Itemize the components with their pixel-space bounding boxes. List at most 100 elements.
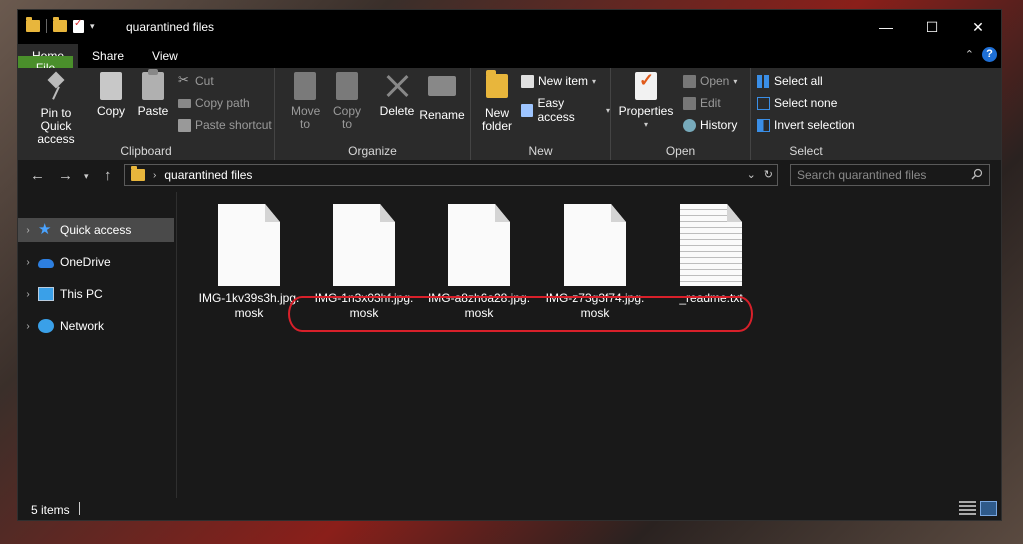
new-item-button[interactable]: New item ▾ [521,74,596,88]
edit-icon [683,96,696,110]
sidebar-item-this-pc[interactable]: › This PC [18,282,174,306]
maximize-button[interactable]: ☐ [909,10,955,44]
back-arrow-icon[interactable]: ← [30,167,45,184]
copy-to-icon [336,72,358,100]
cut-button[interactable]: Cut [178,72,214,89]
expand-chevron-icon[interactable]: › [18,321,38,332]
history-label: History [700,118,738,132]
paste-shortcut-icon [178,118,191,132]
select-group-label: Select [789,144,823,158]
tab-view[interactable]: View [138,44,192,68]
network-icon [38,319,54,333]
help-icon[interactable]: ? [982,47,997,62]
folder-icon [26,17,40,32]
rename-icon [428,76,456,96]
open-label: Open [700,74,730,88]
blank-file-icon [218,204,280,286]
copy-path-button[interactable]: Copy path [178,96,250,110]
breadcrumb-chevron-icon[interactable]: › [153,170,156,181]
edit-button[interactable]: Edit [683,96,721,110]
easy-access-label: Easy access [537,96,575,124]
up-arrow-icon[interactable]: ↑ [104,167,112,184]
history-button[interactable]: History [683,118,737,132]
rename-button[interactable]: Rename [419,72,465,122]
status-bar: 5 items [18,498,1001,520]
new-folder-icon[interactable] [53,17,67,32]
sidebar-item-network[interactable]: › Network [18,314,174,338]
sidebar-item-label: Network [60,319,105,333]
text-file-icon [680,204,742,286]
customize-toolbar-icon[interactable]: ▾ [90,21,95,32]
easy-access-button[interactable]: Easy access ▾ [521,96,610,124]
paste-shortcut-button[interactable]: Paste shortcut [178,118,272,132]
search-input[interactable] [791,165,967,185]
select-all-button[interactable]: Select all [757,74,823,88]
search-box[interactable] [790,164,990,186]
expand-chevron-icon[interactable]: › [18,257,38,268]
delete-button[interactable]: Delete [377,72,417,118]
history-icon [683,118,696,132]
forward-arrow-icon[interactable]: → [58,167,73,184]
open-button[interactable]: Open ▾ [683,74,737,88]
file-item[interactable]: _readme.txt [659,204,763,306]
minimize-button[interactable]: — [863,10,909,44]
select-all-label: Select all [774,74,823,88]
select-none-icon [757,96,770,110]
delete-icon [383,72,411,100]
invert-selection-button[interactable]: Invert selection [757,118,855,132]
collapse-ribbon-icon[interactable]: ⌃ [965,48,974,61]
paste-label: Paste [137,104,169,118]
file-list: IMG-1kv39s3h.jpg.mosk IMG-1n3x03hf.jpg.m… [177,192,1001,498]
window-title: quarantined files [126,20,215,34]
address-history-chevron-icon[interactable]: ⌄ [747,168,756,181]
new-folder-label: New folder [481,106,513,133]
move-to-button[interactable]: Move to [285,72,325,131]
open-icon [683,74,696,88]
new-item-dropdown-icon: ▾ [592,76,597,86]
select-none-button[interactable]: Select none [757,96,837,110]
computer-icon [38,287,54,301]
expand-chevron-icon[interactable]: › [18,225,38,236]
search-icon[interactable] [971,168,983,180]
item-count: 5 items [31,503,70,517]
properties-button[interactable]: Properties ▾ [615,72,677,131]
address-bar[interactable]: › quarantined files ⌄ ↻ [124,164,778,186]
refresh-icon[interactable]: ↻ [764,168,773,181]
properties-icon[interactable] [73,18,84,33]
copy-to-button[interactable]: Copy to [327,72,367,131]
paste-button[interactable]: Paste [134,69,172,118]
invert-selection-icon [757,118,770,132]
navigation-pane: › Quick access › OneDrive › This PC › Ne… [18,192,177,498]
blank-file-icon [333,204,395,286]
pin-quick-access-button[interactable]: Pin to Quick access [24,72,88,146]
pin-label: Pin to Quick access [37,106,75,146]
expand-chevron-icon[interactable]: › [18,289,38,300]
close-button[interactable]: ✕ [955,10,1001,44]
pin-icon [47,74,65,100]
copy-to-label: Copy to [333,104,362,131]
copy-path-label: Copy path [195,96,250,110]
file-item[interactable]: IMG-1kv39s3h.jpg.mosk [197,204,301,321]
copy-label: Copy [96,104,125,118]
open-group-label: Open [665,144,696,158]
sidebar-item-quick-access[interactable]: › Quick access [18,218,174,242]
invert-selection-label: Invert selection [774,118,855,132]
details-view-icon[interactable] [959,501,976,516]
breadcrumb[interactable]: quarantined files [164,168,252,182]
sidebar-item-onedrive[interactable]: › OneDrive [18,250,174,274]
sidebar-item-label: Quick access [60,223,132,237]
new-item-label: New item [538,74,589,88]
folder-icon [131,166,145,181]
scissors-icon [178,72,191,88]
organize-label: Organize [348,144,397,158]
clipboard-group: Pin to Quick access Copy Paste Cut Copy … [18,68,275,160]
copy-button[interactable]: Copy [92,72,130,118]
new-folder-button[interactable]: New folder [477,70,517,133]
recent-locations-chevron-icon[interactable]: ▾ [84,171,89,182]
tab-share[interactable]: Share [78,44,138,68]
large-icons-view-icon[interactable] [980,501,997,516]
select-none-label: Select none [774,96,838,110]
clipboard-label: Clipboard [120,144,172,158]
rename-label: Rename [419,108,465,122]
ribbon: Pin to Quick access Copy Paste Cut Copy … [18,68,1001,160]
